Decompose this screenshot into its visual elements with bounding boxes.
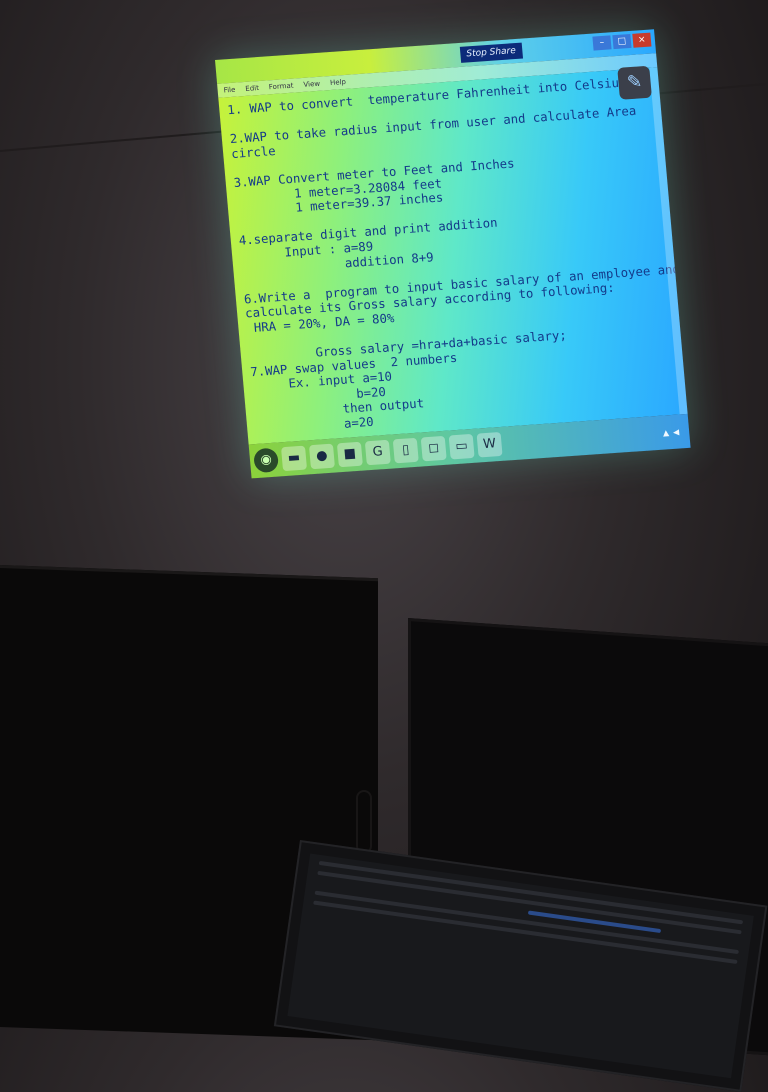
editor-line[interactable] (247, 336, 248, 350)
editor-line[interactable] (242, 278, 243, 292)
volume-icon[interactable]: ◀ (673, 427, 680, 436)
editor-line[interactable] (237, 220, 238, 234)
stop-share-button[interactable]: Stop Share (459, 42, 523, 63)
window-controls: – □ × (592, 32, 652, 51)
minimize-icon[interactable]: – (592, 35, 612, 51)
word-icon[interactable]: W (476, 431, 503, 458)
system-tray: ▲ ◀ (662, 427, 683, 437)
editor-content[interactable]: 1. WAP to convert temperature Fahrenheit… (227, 74, 681, 438)
network-icon[interactable]: ▲ (662, 428, 669, 437)
chrome-icon[interactable]: ● (308, 443, 335, 470)
notepad-icon[interactable]: ▭ (448, 433, 475, 460)
windows-orb-icon[interactable]: ◉ (253, 447, 280, 474)
pen-app-icon[interactable]: ✎ (617, 65, 652, 100)
chat-icon[interactable]: ◻ (420, 435, 447, 462)
document-icon[interactable]: ▯ (392, 437, 419, 464)
folder-icon[interactable]: ▬ (281, 445, 308, 472)
menu-file[interactable]: File (223, 83, 236, 98)
projected-screen: Stop Share – □ × File Edit Format View H… (215, 29, 691, 479)
editor-line[interactable] (228, 118, 229, 132)
monitor-cable (356, 790, 372, 854)
close-icon[interactable]: × (632, 32, 652, 48)
g-app-icon[interactable]: G (364, 439, 391, 466)
zoom-icon[interactable]: ■ (336, 441, 363, 468)
menu-edit[interactable]: Edit (245, 81, 260, 96)
menu-view[interactable]: View (303, 77, 321, 92)
menu-help[interactable]: Help (329, 75, 347, 90)
maximize-icon[interactable]: □ (612, 33, 632, 50)
editor-line[interactable] (232, 161, 233, 175)
editor-line[interactable]: circle (231, 144, 277, 161)
text-editor[interactable]: 1. WAP to convert temperature Fahrenheit… (218, 67, 688, 445)
